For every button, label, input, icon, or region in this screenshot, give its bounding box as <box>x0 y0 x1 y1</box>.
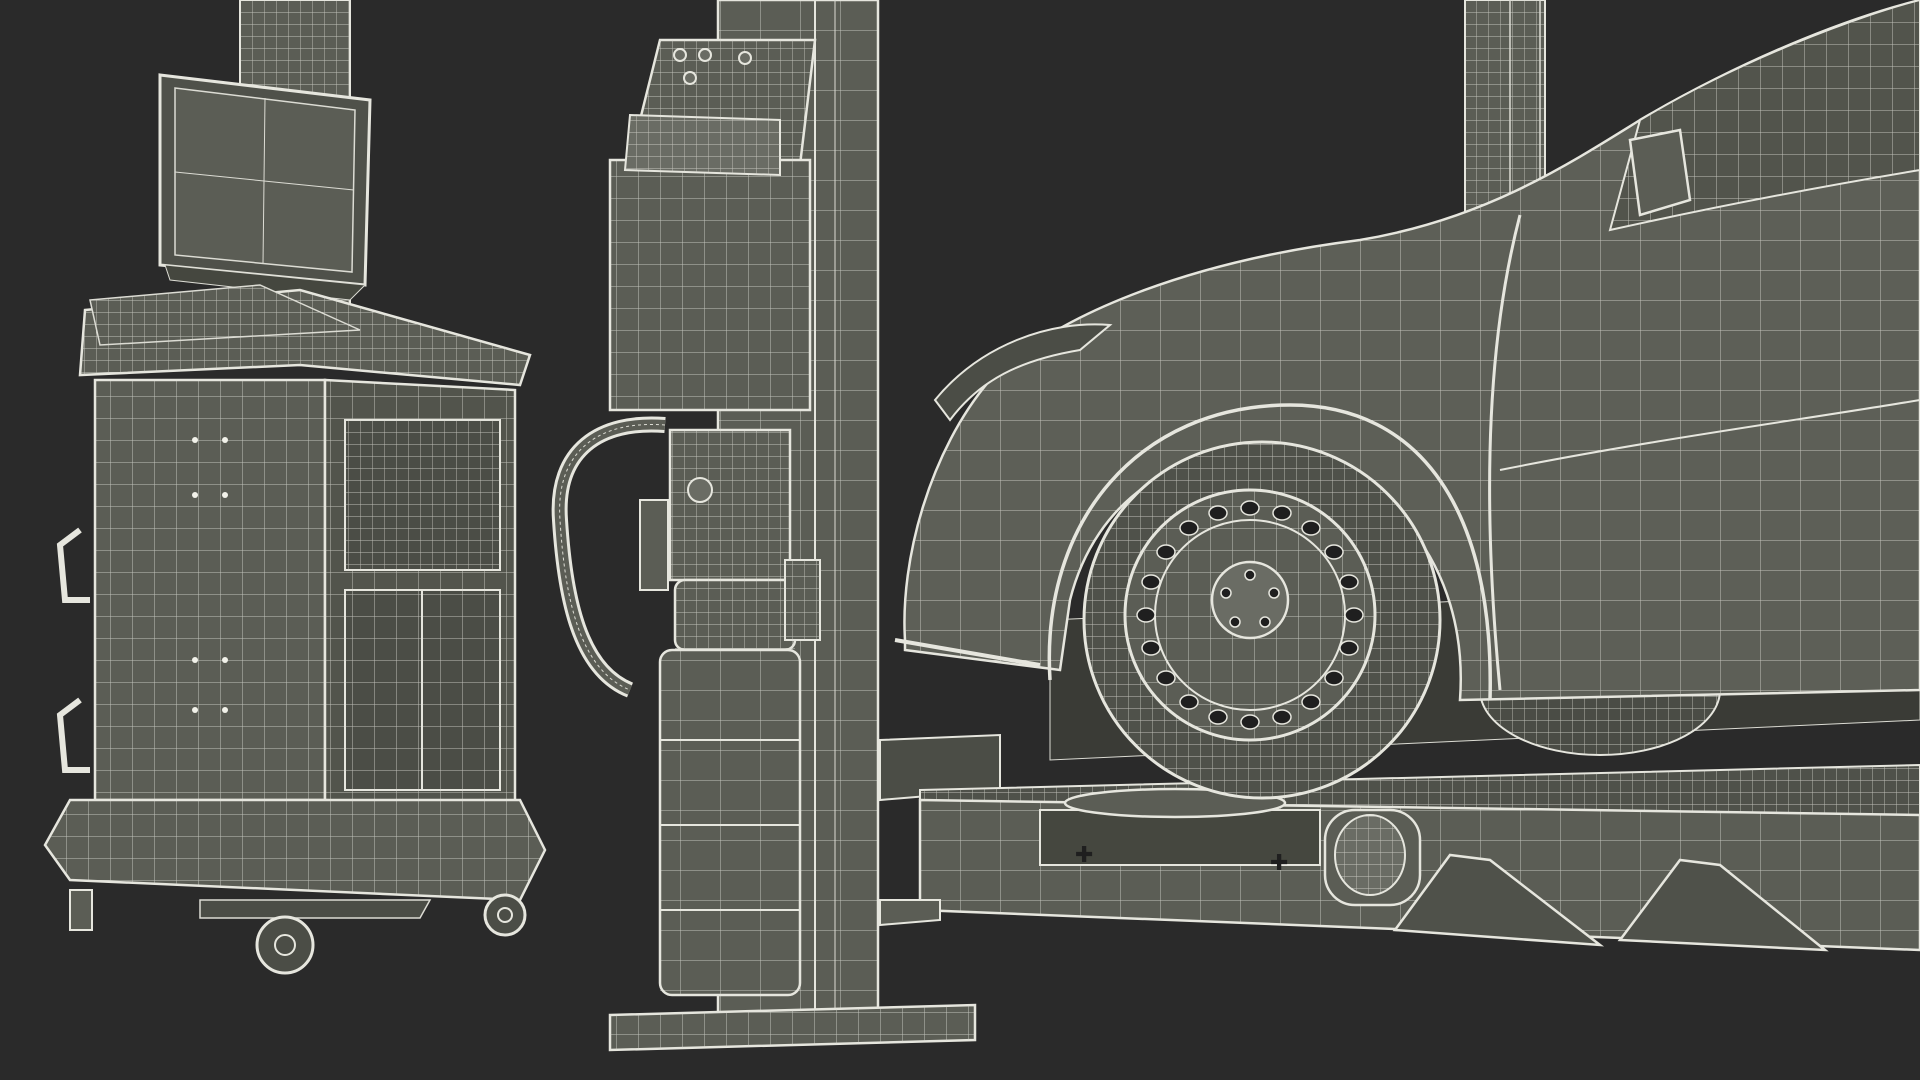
console-cabinet-side <box>323 378 517 812</box>
console-cabinet-front <box>93 378 327 802</box>
wireframe-render-viewport: ✚ ✚ <box>0 0 1920 1080</box>
svg-text:✚: ✚ <box>1075 843 1093 868</box>
front-wheel <box>1082 440 1442 800</box>
console-monitor <box>158 73 372 301</box>
svg-text:✚: ✚ <box>1270 851 1288 876</box>
